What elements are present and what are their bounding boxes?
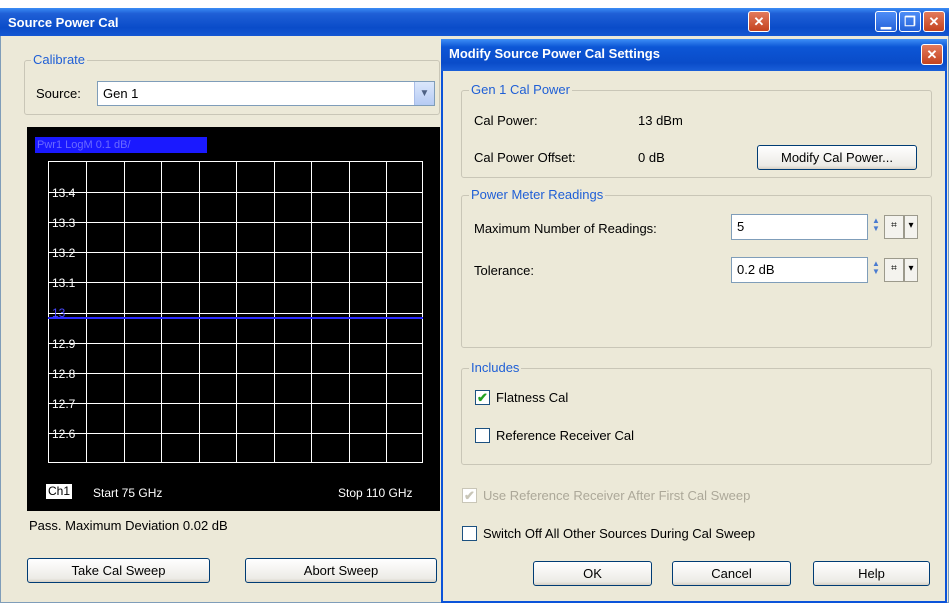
switch-off-sources-label: Switch Off All Other Sources During Cal … — [483, 526, 756, 541]
close-icon[interactable]: ✕ — [921, 44, 943, 65]
window-title: Source Power Cal — [8, 15, 119, 30]
close-icon[interactable]: ✕ — [748, 11, 770, 32]
spinner-icon[interactable]: ▲ ▼ — [870, 260, 882, 280]
tolerance-label: Tolerance: — [474, 263, 534, 278]
help-button[interactable]: Help — [813, 561, 930, 586]
y-tick-label: 13.3 — [52, 216, 76, 230]
tolerance-input[interactable]: 0.2 dB — [731, 257, 868, 283]
window-titlebar — [0, 8, 949, 36]
flatness-cal-label: Flatness Cal — [496, 390, 569, 405]
cal-power-value: 13 dBm — [638, 113, 683, 128]
channel-badge: Ch1 — [46, 484, 73, 499]
chevron-down-icon[interactable]: ▾ — [904, 215, 918, 239]
tolerance-value: 0.2 dB — [737, 262, 775, 277]
cal-power-offset-label: Cal Power Offset: — [474, 150, 576, 165]
cancel-button[interactable]: Cancel — [672, 561, 791, 586]
y-tick-label: 12.9 — [52, 337, 76, 351]
minimize-icon[interactable]: ▁ — [875, 11, 897, 32]
start-frequency: Start 75 GHz — [93, 486, 163, 500]
source-select-value: Gen 1 — [103, 86, 139, 101]
preset-menu-icon[interactable]: ⌗ — [884, 215, 904, 239]
y-tick-label: 12.8 — [52, 367, 76, 381]
chevron-down-icon[interactable]: ▾ — [904, 258, 918, 282]
plot-grid — [48, 161, 423, 463]
source-select[interactable]: Gen 1 ▼ — [97, 81, 435, 106]
max-readings-input[interactable]: 5 — [731, 214, 868, 240]
ok-button[interactable]: OK — [533, 561, 652, 586]
modify-cal-power-button[interactable]: Modify Cal Power... — [757, 145, 917, 170]
dialog-title: Modify Source Power Cal Settings — [449, 46, 660, 61]
spinner-icon[interactable]: ▲ ▼ — [870, 217, 882, 237]
calibrate-group-title: Calibrate — [31, 52, 88, 67]
preset-menu-icon[interactable]: ⌗ — [884, 258, 904, 282]
abort-sweep-button[interactable]: Abort Sweep — [245, 558, 437, 583]
close-icon[interactable]: ✕ — [923, 11, 945, 32]
use-reference-receiver-checkbox: ✔ — [462, 488, 477, 503]
trace-label[interactable]: Pwr1 LogM 0.1 dB/ — [35, 137, 207, 153]
cal-power-group-title: Gen 1 Cal Power — [469, 82, 572, 97]
flatness-cal-checkbox[interactable]: ✔ — [475, 390, 490, 405]
source-label: Source: — [36, 86, 81, 101]
cal-power-offset-value: 0 dB — [638, 150, 665, 165]
measurement-trace — [48, 317, 423, 319]
includes-group — [461, 368, 932, 465]
max-readings-value: 5 — [737, 219, 745, 234]
power-meter-readings-group-title: Power Meter Readings — [469, 187, 606, 202]
y-tick-label: 12.6 — [52, 427, 76, 441]
includes-group-title: Includes — [469, 360, 522, 375]
chevron-down-icon[interactable]: ▼ — [414, 82, 434, 105]
reference-receiver-cal-label: Reference Receiver Cal — [496, 428, 635, 443]
y-tick-label: 13.1 — [52, 276, 76, 290]
max-readings-label: Maximum Number of Readings: — [474, 221, 657, 236]
status-text: Pass. Maximum Deviation 0.02 dB — [29, 518, 228, 533]
cal-power-label: Cal Power: — [474, 113, 538, 128]
take-cal-sweep-button[interactable]: Take Cal Sweep — [27, 558, 210, 583]
y-tick-label: 13.4 — [52, 186, 76, 200]
y-tick-label: 12.7 — [52, 397, 76, 411]
use-reference-receiver-label: Use Reference Receiver After First Cal S… — [483, 488, 751, 503]
y-tick-label: 13.2 — [52, 246, 76, 260]
switch-off-sources-checkbox[interactable] — [462, 526, 477, 541]
stop-frequency: Stop 110 GHz — [338, 486, 413, 500]
reference-receiver-cal-checkbox[interactable] — [475, 428, 490, 443]
restore-icon[interactable]: ❐ — [899, 11, 921, 32]
